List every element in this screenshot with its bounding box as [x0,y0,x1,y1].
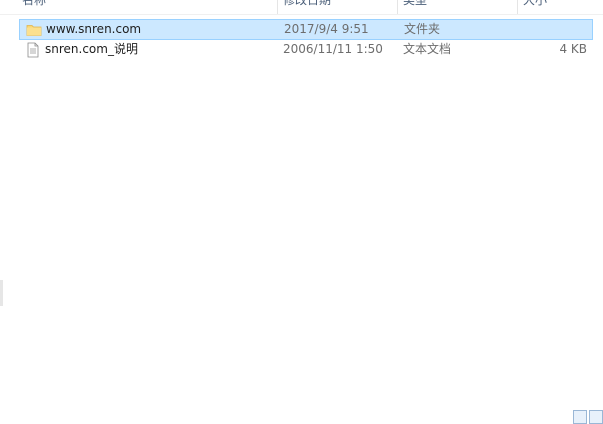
column-size[interactable]: 大小 [517,0,597,14]
file-date-modified: 2017/9/4 9:51 [284,22,369,36]
thumbnail-view-icon[interactable] [589,410,603,424]
column-header: 名称 修改日期 类型 大小 [0,0,603,15]
file-explorer-window: 名称 修改日期 类型 大小 www.snren.com 2017/9/4 9:5… [0,0,603,424]
column-date-modified[interactable]: 修改日期 [277,0,397,14]
scrollbar-edge[interactable] [0,280,3,306]
file-row-text[interactable]: snren.com_说明 2006/11/11 1:50 文本文档 4 KB [19,40,593,61]
file-name: snren.com_说明 [45,42,138,56]
column-type[interactable]: 类型 [397,0,517,14]
details-view-icon[interactable] [573,410,587,424]
view-toggle-group [573,410,603,424]
file-size: 4 KB [559,42,587,56]
text-file-icon [25,42,41,58]
file-type: 文本文档 [403,42,452,56]
file-row-folder[interactable]: www.snren.com 2017/9/4 9:51 文件夹 [19,19,593,40]
column-name[interactable]: 名称 [16,0,276,14]
folder-icon [26,22,42,38]
file-date-modified: 2006/11/11 1:50 [283,42,383,56]
file-type: 文件夹 [404,22,441,36]
file-name: www.snren.com [46,22,142,36]
